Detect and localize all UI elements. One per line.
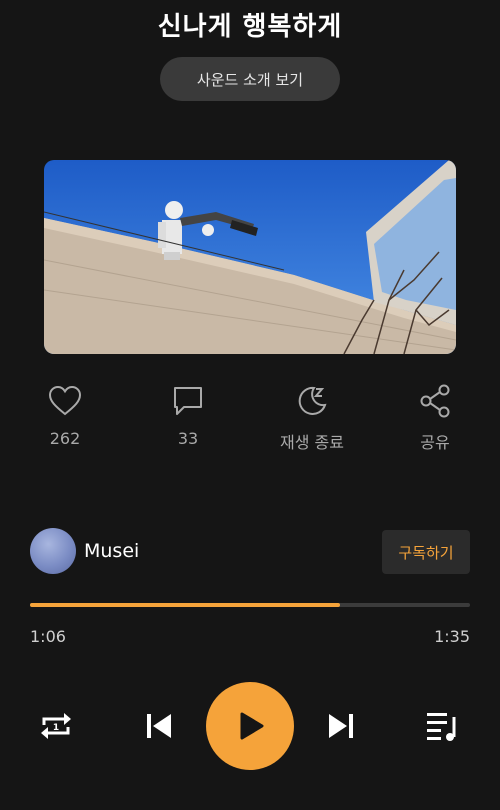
share-action[interactable]: 공유	[385, 383, 485, 453]
sound-intro-label: 사운드 소개 보기	[196, 70, 304, 89]
progress-bar[interactable]	[30, 603, 470, 607]
comment-icon	[174, 387, 202, 415]
subscribe-label: 구독하기	[398, 543, 454, 562]
total-time: 1:35	[434, 627, 470, 646]
share-label: 공유	[420, 433, 450, 452]
channel-info[interactable]: Musei	[30, 528, 139, 574]
repeat-one-icon: 1	[41, 713, 71, 739]
playlist-button[interactable]	[422, 707, 462, 745]
current-time: 1:06	[30, 627, 66, 646]
sleep-timer-label: 재생 종료	[280, 433, 344, 452]
avatar[interactable]	[30, 528, 76, 574]
comment-count: 33	[177, 429, 199, 448]
channel-name[interactable]: Musei	[84, 540, 139, 562]
play-icon	[240, 712, 264, 740]
progress-fill	[30, 603, 341, 607]
next-icon	[329, 714, 353, 738]
sleep-timer-action[interactable]: 재생 종료	[262, 383, 362, 453]
sleep-timer-icon	[298, 386, 327, 415]
sound-intro-button[interactable]: 사운드 소개 보기	[160, 57, 340, 101]
comment-action[interactable]: 33	[138, 383, 238, 448]
svg-text:1: 1	[53, 723, 59, 733]
like-action[interactable]: 262	[15, 383, 115, 448]
repeat-button[interactable]: 1	[36, 708, 76, 744]
previous-icon	[147, 714, 171, 738]
play-button[interactable]	[206, 682, 294, 770]
previous-button[interactable]	[142, 708, 176, 744]
page-title: 신나게 행복하게	[157, 12, 343, 42]
thumbnail-image	[44, 160, 456, 354]
playlist-icon	[427, 713, 456, 741]
share-icon	[420, 384, 450, 418]
heart-icon	[48, 385, 82, 416]
like-count: 262	[49, 429, 81, 448]
subscribe-button[interactable]: 구독하기	[382, 530, 470, 574]
next-button[interactable]	[324, 708, 358, 744]
action-bar: 262 33 재생 종료 공유	[0, 383, 500, 463]
